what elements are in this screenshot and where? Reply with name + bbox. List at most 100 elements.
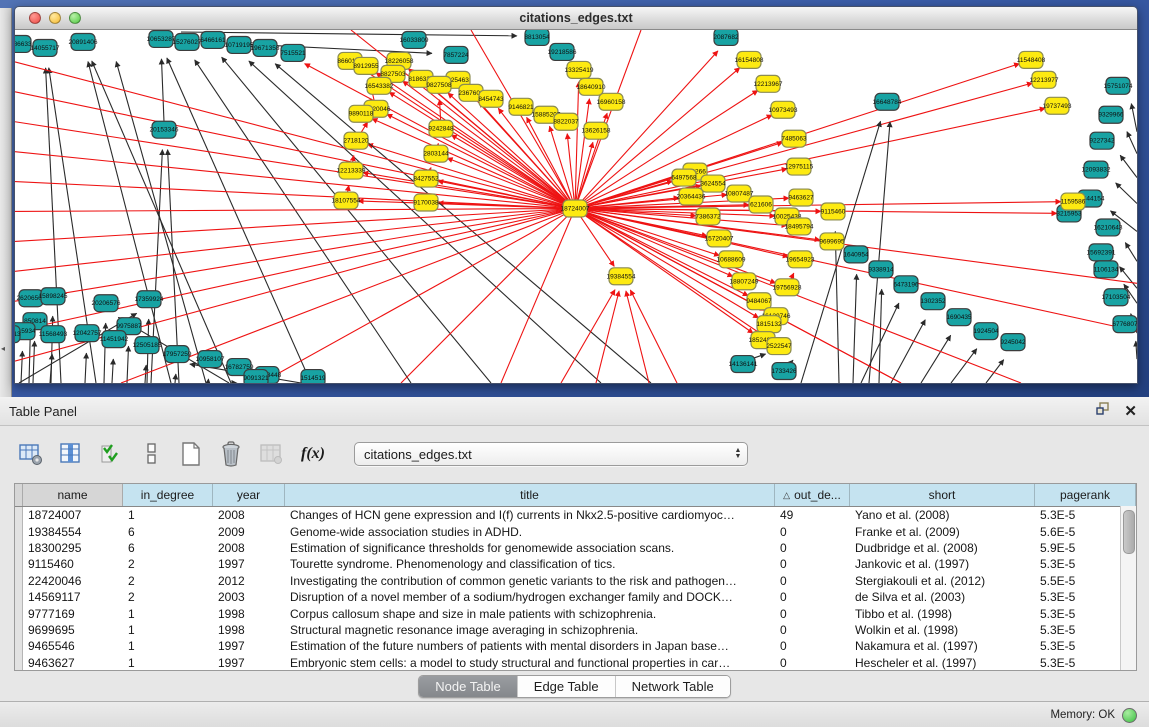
table-row[interactable]: 1830029562008Estimation of significance …	[15, 540, 1136, 556]
close-window-button[interactable]	[29, 12, 41, 24]
graph-node[interactable]: 9245042	[1000, 334, 1026, 351]
cell[interactable]: 0	[775, 557, 850, 571]
left-panel-edge[interactable]: ◂	[0, 8, 12, 397]
graph-node[interactable]: 15692391	[1087, 244, 1116, 261]
graph-node[interactable]: 10958107	[196, 351, 225, 368]
cell[interactable]: 0	[775, 525, 850, 539]
graph-node[interactable]: 15898245	[39, 288, 68, 305]
column-header-pagerank[interactable]: pagerank	[1035, 484, 1136, 506]
cell[interactable]: 9777169	[23, 607, 123, 621]
graph-node[interactable]: 9091321	[243, 370, 269, 383]
graph-node[interactable]: 16210643	[1094, 219, 1123, 236]
graph-node[interactable]: 20891406	[69, 33, 98, 50]
cell[interactable]: Tourette syndrome. Phenomenology and cla…	[285, 557, 775, 571]
graph-node[interactable]: 1886633	[15, 35, 32, 52]
graph-node[interactable]: 1640954	[843, 246, 869, 263]
cell[interactable]: 9465546	[23, 639, 123, 653]
graph-node[interactable]: 9170038	[413, 194, 439, 211]
graph-node[interactable]: 12505185	[133, 337, 162, 354]
graph-node[interactable]: 12975115	[785, 158, 814, 175]
network-canvas[interactable]: 1886633140557172089140610653287152760276…	[15, 30, 1137, 383]
graph-node[interactable]: 15276027	[173, 33, 202, 50]
graph-node[interactable]: 9890118	[349, 105, 374, 122]
graph-node[interactable]: 9242848	[428, 120, 454, 137]
table-select-dropdown[interactable]: citations_edges.txt ▲▼	[354, 442, 748, 466]
cell[interactable]: 0	[775, 541, 850, 555]
cell[interactable]: 6	[123, 541, 213, 555]
graph-node[interactable]: 1690435	[946, 309, 972, 326]
column-header-name[interactable]: name	[23, 484, 123, 506]
graph-node[interactable]: 7515521	[280, 44, 306, 61]
table-row[interactable]: 946554611997Estimation of the future num…	[15, 638, 1136, 654]
graph-node[interactable]: 6776807	[1112, 316, 1137, 333]
function-builder-icon[interactable]: f(x)	[296, 445, 330, 463]
graph-node[interactable]: 6466161	[200, 31, 226, 48]
cell[interactable]: Structural magnetic resonance image aver…	[285, 623, 775, 637]
cell[interactable]: Hescheler et al. (1997)	[850, 656, 1035, 670]
graph-node[interactable]: 10719195	[225, 36, 254, 53]
graph-node[interactable]: 20153346	[150, 121, 179, 138]
table-row[interactable]: 977716911998Corpus callosum shape and si…	[15, 605, 1136, 621]
graph-node[interactable]: 16543382	[365, 77, 394, 94]
graph-node[interactable]: 11548408	[1017, 51, 1046, 68]
graph-node[interactable]: 19756928	[773, 279, 802, 296]
graph-node[interactable]: 1159586	[1061, 193, 1086, 210]
cell[interactable]: 2009	[213, 525, 285, 539]
cell[interactable]: Embryonic stem cells: a model to study s…	[285, 656, 775, 670]
cell[interactable]: 14569117	[23, 590, 123, 604]
graph-node[interactable]: 8454743	[478, 90, 504, 107]
graph-node[interactable]: 9338914	[868, 261, 894, 278]
cell[interactable]: Dudbridge et al. (2008)	[850, 541, 1035, 555]
graph-node[interactable]: 2718120	[343, 132, 369, 149]
graph-node[interactable]: 7386372	[695, 208, 721, 225]
graph-node[interactable]: 3624554	[700, 175, 726, 192]
cell[interactable]: Jankovic et al. (1997)	[850, 557, 1035, 571]
cell[interactable]: Estimation of the future numbers of pati…	[285, 639, 775, 653]
cell[interactable]: 9463627	[23, 656, 123, 670]
graph-node[interactable]: 9115460	[821, 203, 846, 220]
cell[interactable]: 2003	[213, 590, 285, 604]
cell[interactable]: 0	[775, 639, 850, 653]
graph-node[interactable]: 2087682	[713, 30, 739, 45]
cell[interactable]: 19384554	[23, 525, 123, 539]
cell[interactable]: 22420046	[23, 574, 123, 588]
table-row[interactable]: 1872400712008Changes of HCN gene express…	[15, 507, 1136, 523]
table-row[interactable]: 1456911722003Disruption of a novel membe…	[15, 589, 1136, 605]
graph-node[interactable]: 13325419	[565, 61, 594, 78]
cell[interactable]: 1	[123, 639, 213, 653]
graph-node[interactable]: 6473196	[893, 276, 919, 293]
graph-node[interactable]: 16648784	[873, 93, 902, 110]
cell[interactable]: Investigating the contribution of common…	[285, 574, 775, 588]
tab-node-table[interactable]: Node Table	[419, 676, 517, 697]
cell[interactable]: 2008	[213, 508, 285, 522]
window-titlebar[interactable]: citations_edges.txt	[15, 7, 1137, 30]
graph-node[interactable]: 9146821	[508, 98, 534, 115]
table-scrollbar[interactable]	[1120, 506, 1136, 670]
graph-node[interactable]: 8813054	[524, 30, 550, 45]
graph-node[interactable]: 18495794	[785, 218, 814, 235]
graph-node[interactable]: 19737493	[1043, 97, 1072, 114]
graph-node[interactable]: 7857224	[443, 46, 469, 63]
graph-node[interactable]: 12042757	[73, 325, 102, 342]
zoom-window-button[interactable]	[69, 12, 81, 24]
column-header-year[interactable]: year	[213, 484, 285, 506]
network-graph[interactable]: 1886633140557172089140610653287152760276…	[15, 30, 1137, 383]
cell[interactable]: Stergiakouli et al. (2012)	[850, 574, 1035, 588]
graph-node[interactable]: 7485063	[781, 130, 807, 147]
column-header-in-degree[interactable]: in_degree	[123, 484, 213, 506]
cell[interactable]: 6	[123, 525, 213, 539]
graph-node[interactable]: 18640910	[577, 78, 606, 95]
cell[interactable]: de Silva et al. (2003)	[850, 590, 1035, 604]
graph-node[interactable]: 16154808	[735, 51, 764, 68]
cell[interactable]: Genome-wide association studies in ADHD.	[285, 525, 775, 539]
graph-node[interactable]: 15720407	[705, 230, 734, 247]
graph-node[interactable]: 17359924	[135, 291, 164, 308]
cell[interactable]: Nakamura et al. (1997)	[850, 639, 1035, 653]
cell[interactable]: 1997	[213, 639, 285, 653]
graph-node[interactable]: 9484067	[746, 293, 772, 310]
import-table-icon-disabled[interactable]	[256, 439, 286, 469]
column-header-title[interactable]: title	[285, 484, 775, 506]
cell[interactable]: 2	[123, 574, 213, 588]
graph-node[interactable]: 20206576	[92, 295, 121, 312]
cell[interactable]: Disruption of a novel member of a sodium…	[285, 590, 775, 604]
